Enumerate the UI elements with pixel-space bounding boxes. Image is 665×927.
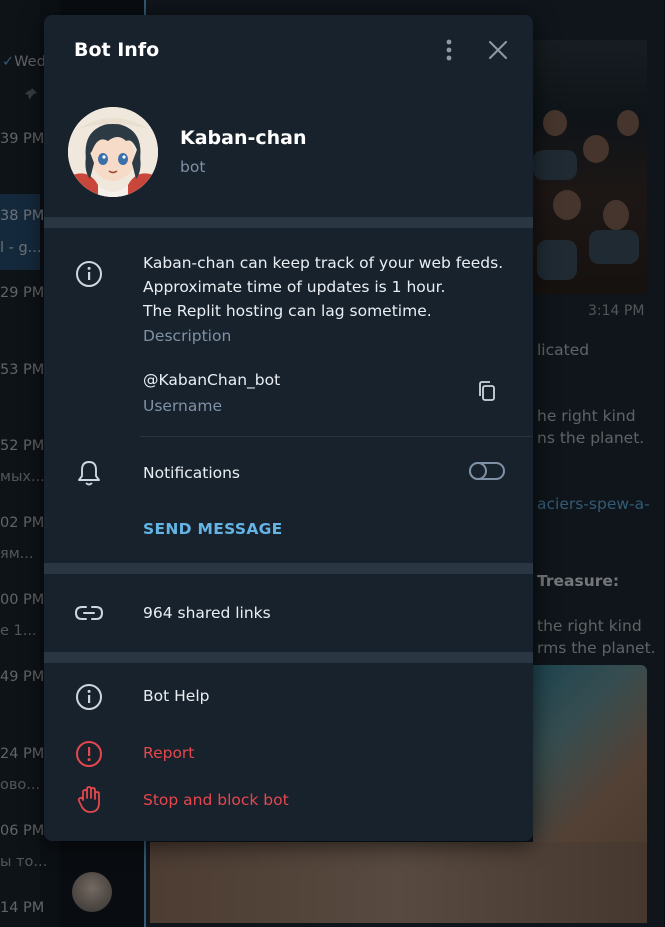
bell-icon — [74, 458, 104, 488]
dialog-title: Bot Info — [74, 39, 160, 61]
row-divider — [140, 436, 533, 437]
notifications-label: Notifications — [143, 464, 241, 482]
username-value[interactable]: @KabanChan_bot — [143, 371, 280, 389]
send-message-button[interactable]: SEND MESSAGE — [143, 520, 283, 538]
username-label: Username — [143, 397, 223, 415]
description-line: Kaban-chan can keep track of your web fe… — [143, 254, 504, 272]
section-divider — [44, 563, 533, 574]
info-icon — [74, 259, 104, 289]
report-icon — [74, 739, 104, 769]
bot-name: Kaban-chan — [180, 127, 307, 149]
description-line: The Replit hosting can lag sometime. — [143, 302, 432, 320]
hand-stop-icon — [74, 785, 104, 815]
section-divider — [44, 217, 533, 228]
shared-links-item[interactable]: 964 shared links — [143, 604, 271, 622]
bot-description: Kaban-chan can keep track of your web fe… — [143, 251, 503, 323]
notifications-toggle[interactable] — [469, 462, 505, 480]
more-vertical-icon[interactable] — [437, 36, 461, 64]
bot-type: bot — [180, 158, 206, 176]
bot-info-dialog: Bot Info Kaban-chan bot Kaban-chan can k… — [44, 15, 533, 841]
bot-avatar[interactable] — [68, 107, 158, 197]
stop-block-bot-item[interactable]: Stop and block bot — [143, 791, 289, 809]
link-icon — [74, 598, 104, 628]
section-divider — [44, 652, 533, 663]
copy-icon[interactable] — [476, 380, 498, 404]
bot-help-item[interactable]: Bot Help — [143, 687, 209, 705]
description-line: Approximate time of updates is 1 hour. — [143, 278, 446, 296]
close-icon[interactable] — [485, 37, 511, 63]
report-item[interactable]: Report — [143, 744, 194, 762]
toggle-knob — [469, 462, 487, 480]
description-label: Description — [143, 327, 232, 345]
info-icon — [74, 682, 104, 712]
